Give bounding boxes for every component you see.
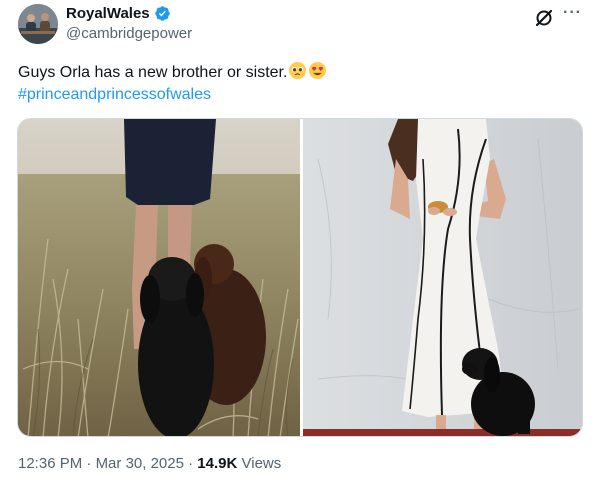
tweet-text: Guys Orla has a new brother or sister. xyxy=(18,61,327,83)
views-count: 14.9K xyxy=(197,455,238,472)
tweet-meta: 12:36 PM · Mar 30, 2025 · 14.9K Views xyxy=(18,455,281,472)
hashtag-link[interactable]: #princeandprincessofwales xyxy=(18,85,211,105)
verified-badge-icon xyxy=(154,5,171,22)
more-icon[interactable]: ··· xyxy=(563,4,582,22)
pleading-face-emoji xyxy=(288,61,307,80)
meta-separator-2: · xyxy=(188,455,194,472)
media-image-2[interactable] xyxy=(303,119,583,437)
tweet[interactable]: RoyalWales @cambridgepower ··· Guys Orla… xyxy=(0,0,596,485)
tweet-date[interactable]: Mar 30, 2025 xyxy=(96,455,184,472)
grok-icon[interactable] xyxy=(534,8,554,28)
avatar[interactable] xyxy=(18,4,58,44)
heart-eyes-emoji xyxy=(308,61,327,80)
tweet-time[interactable]: 12:36 PM xyxy=(18,455,82,472)
meta-separator: · xyxy=(86,455,92,472)
display-name[interactable]: RoyalWales xyxy=(66,5,150,22)
media-grid[interactable] xyxy=(17,118,583,437)
handle[interactable]: @cambridgepower xyxy=(66,25,192,42)
avatar-image xyxy=(18,4,58,44)
views-label: Views xyxy=(241,455,282,472)
media-image-1[interactable] xyxy=(18,119,300,437)
author-name-row[interactable]: RoyalWales xyxy=(66,5,171,22)
tweet-text-content: Guys Orla has a new brother or sister. xyxy=(18,64,288,81)
